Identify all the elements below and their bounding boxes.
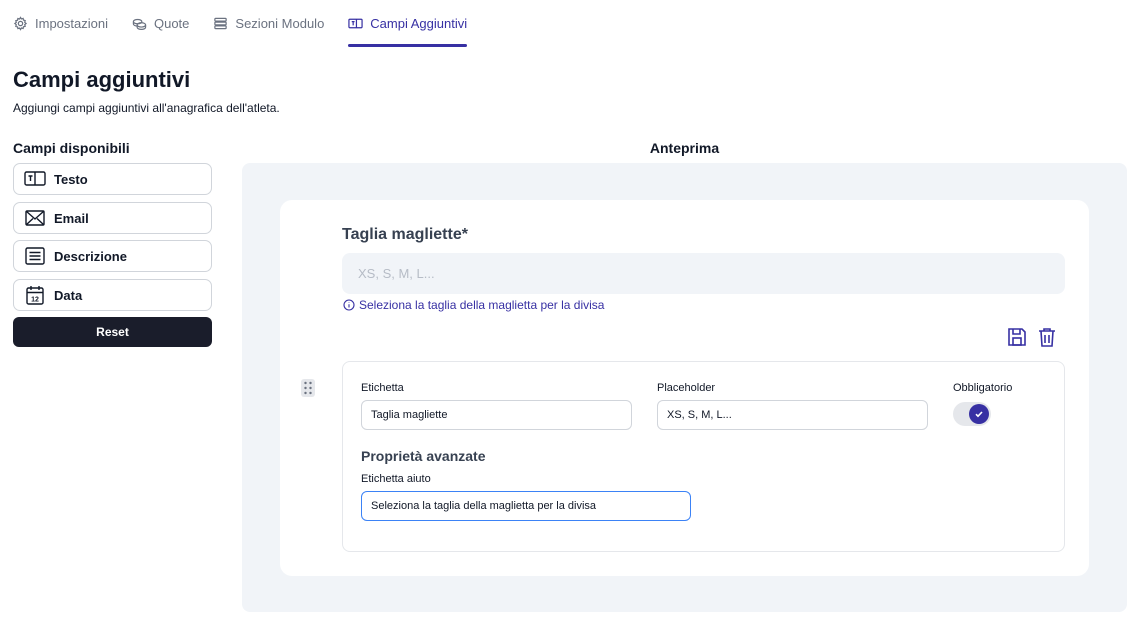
reset-button[interactable]: Reset [13, 317, 212, 347]
description-icon [25, 247, 45, 265]
field-button-label: Testo [54, 171, 88, 187]
help-caption: Etichetta aiuto [361, 473, 431, 485]
tab-label: Quote [153, 16, 190, 31]
help-input[interactable] [361, 491, 691, 521]
drag-handle[interactable] [301, 379, 315, 397]
coins-icon [132, 18, 147, 31]
field-button-label: Descrizione [54, 248, 127, 264]
page-subtitle: Aggiungi campi aggiuntivi all'anagrafica… [13, 101, 280, 115]
required-toggle[interactable] [953, 402, 991, 426]
svg-text:12: 12 [31, 297, 39, 304]
drag-dots-icon [304, 381, 312, 395]
preview-help-row: Seleziona la taglia della maglietta per … [343, 298, 604, 312]
placeholder-input[interactable] [657, 400, 928, 430]
text-field-icon [24, 171, 46, 186]
check-icon [975, 411, 983, 418]
tab-bar: Impostazioni Quote Sezioni Modulo Campi … [13, 0, 467, 47]
placeholder-caption: Placeholder [657, 382, 716, 394]
label-input[interactable] [361, 400, 632, 430]
calendar-icon: 12 [26, 286, 44, 305]
tab-label: Impostazioni [35, 16, 108, 31]
preview-field-placeholder: XS, S, M, L... [358, 266, 435, 281]
tab-sezioni-modulo[interactable]: Sezioni Modulo [213, 0, 324, 47]
available-fields-heading: Campi disponibili [13, 140, 130, 156]
tab-quote[interactable]: Quote [132, 0, 189, 47]
add-date-field-button[interactable]: 12 Data [13, 279, 212, 311]
gear-icon [13, 16, 28, 31]
tab-label: Sezioni Modulo [235, 16, 325, 31]
add-text-field-button[interactable]: Testo [13, 163, 212, 195]
field-button-label: Email [54, 210, 89, 226]
field-button-label: Data [54, 287, 83, 303]
toggle-knob [969, 404, 989, 424]
trash-icon[interactable] [1036, 326, 1058, 348]
add-email-field-button[interactable]: Email [13, 202, 212, 234]
preview-field-input[interactable]: XS, S, M, L... [342, 253, 1065, 294]
advanced-properties-heading: Proprietà avanzate [361, 448, 486, 464]
preview-heading: Anteprima [649, 140, 720, 156]
save-icon[interactable] [1006, 326, 1028, 348]
form-fields-icon [348, 18, 363, 29]
tab-campi-aggiuntivi[interactable]: Campi Aggiuntivi [348, 0, 467, 47]
tab-label: Campi Aggiuntivi [370, 16, 468, 31]
preview-field-label: Taglia magliette* [342, 226, 468, 243]
info-icon [343, 299, 355, 311]
preview-help-text: Seleziona la taglia della maglietta per … [359, 298, 605, 312]
add-description-field-button[interactable]: Descrizione [13, 240, 212, 272]
envelope-icon [25, 210, 45, 226]
sections-icon [214, 17, 228, 30]
label-caption: Etichetta [361, 382, 404, 394]
page-title: Campi aggiuntivi [13, 67, 191, 92]
required-caption: Obbligatorio [953, 382, 1013, 394]
tab-impostazioni[interactable]: Impostazioni [13, 0, 108, 47]
